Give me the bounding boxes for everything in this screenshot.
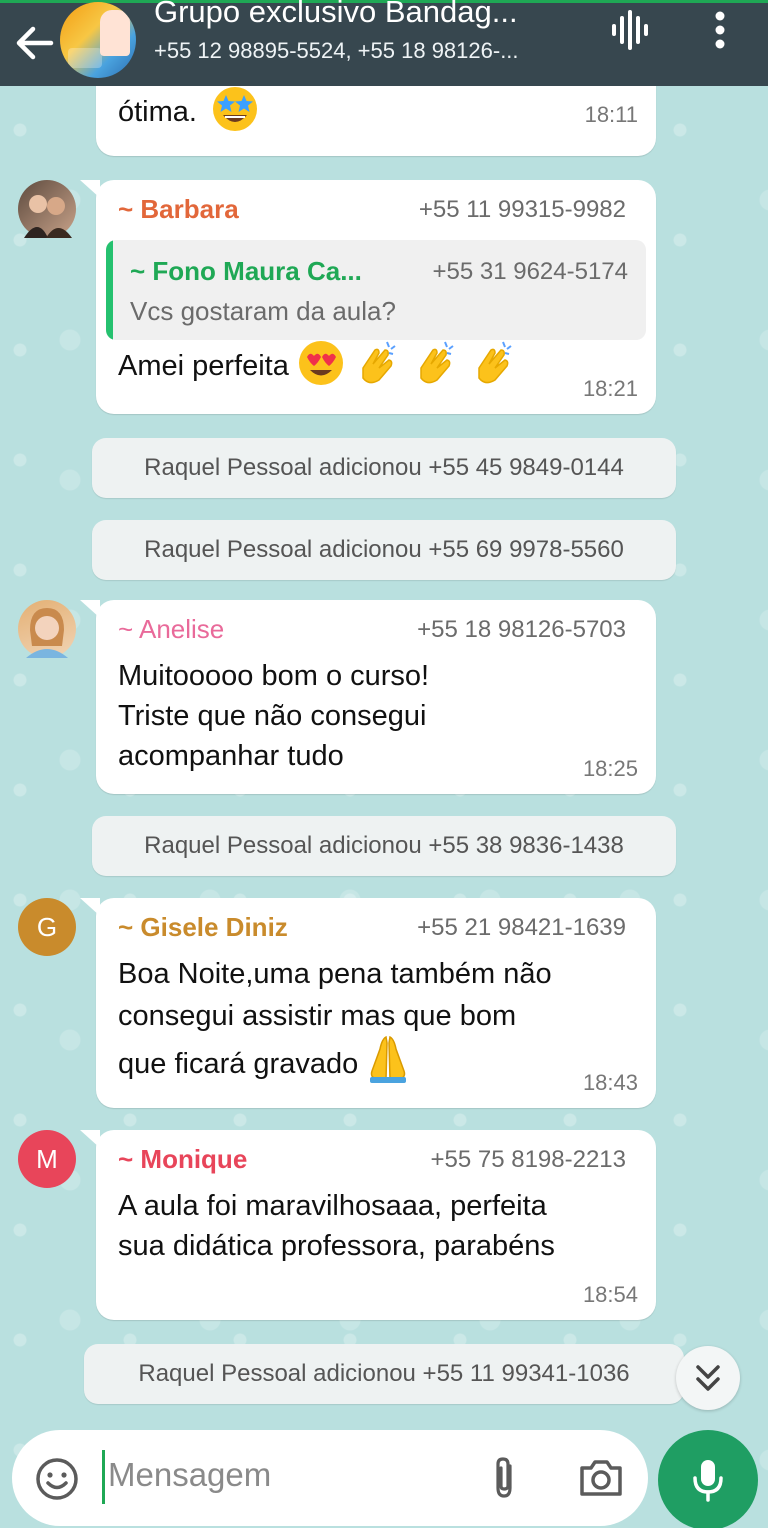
message-time: 18:54 (582, 1282, 638, 1307)
quote-bar (106, 240, 113, 340)
message-text: A aula foi maravilhosaaa, perfeita (118, 1190, 547, 1222)
message-bubble[interactable]: ~ Monique +55 75 8198-2213 A aula foi ma… (80, 1130, 656, 1320)
avatar-barbara[interactable] (18, 180, 76, 238)
praying-hands-emoji (370, 1036, 407, 1084)
emoji-button[interactable] (34, 1456, 80, 1502)
message-text: Boa Noite,uma pena também não (118, 958, 552, 990)
sender-phone: +55 75 8198-2213 (430, 1146, 626, 1173)
camera-button[interactable] (578, 1456, 624, 1500)
message-time: 18:21 (582, 376, 638, 401)
message-list[interactable]: ótima. 18:11 ~ Barbara +55 11 99315-9982… (0, 66, 768, 1426)
clapping-hands-emoji (420, 341, 454, 384)
system-message: Raquel Pessoal adicionou +55 11 99341-10… (84, 1344, 684, 1404)
message-input[interactable]: Mensagem (108, 1456, 271, 1494)
avatar-anelise[interactable] (18, 600, 76, 658)
message-text: que ficará gravado (118, 1036, 410, 1084)
message-time: 18:25 (582, 756, 638, 781)
avatar-monique[interactable]: M (18, 1130, 76, 1188)
text-caret (102, 1450, 105, 1504)
chat-title-block[interactable]: Grupo exclusivo Bandag... +55 12 98895-5… (154, 0, 594, 86)
attach-button[interactable] (484, 1454, 524, 1502)
message-text: Muitooooo bom o curso! (118, 660, 430, 692)
group-avatar-person (100, 10, 130, 56)
avatar-photo-icon (24, 195, 72, 238)
emoji-icon (36, 1458, 78, 1500)
heart-eyes-emoji (298, 341, 343, 386)
chat-header: Grupo exclusivo Bandag... +55 12 98895-5… (0, 0, 768, 86)
camera-icon (580, 1460, 622, 1496)
group-title: Grupo exclusivo Bandag... (154, 0, 518, 29)
group-avatar[interactable] (60, 2, 136, 78)
sender-name[interactable]: ~ Anelise (118, 614, 224, 645)
mic-icon (693, 1460, 723, 1502)
avatar-gisele[interactable]: G (18, 898, 76, 956)
sender-name[interactable]: ~ Monique (118, 1144, 247, 1175)
sender-phone: +55 21 98421-1639 (417, 914, 626, 941)
voice-call-icon (612, 10, 648, 50)
sender-phone: +55 18 98126-5703 (417, 616, 626, 643)
message-text-content: Amei perfeita (118, 350, 289, 382)
quote-sender: ~ Fono Maura Ca... (130, 256, 362, 286)
more-options-button[interactable] (696, 6, 744, 54)
message-text: acompanhar tudo (118, 740, 344, 772)
message-text-content: ótima. (118, 96, 197, 128)
message-bubble[interactable]: ~ Anelise +55 18 98126-5703 Muitooooo bo… (80, 600, 656, 794)
message-time: 18:43 (582, 1070, 638, 1095)
more-vert-icon (715, 11, 725, 49)
star-eyes-emoji (213, 87, 258, 132)
sender-phone: +55 11 99315-9982 (418, 196, 626, 223)
message-text: consegui assistir mas que bom (118, 1000, 517, 1032)
system-message: Raquel Pessoal adicionou +55 45 9849-014… (92, 438, 676, 498)
message-bubble[interactable]: ~ Gisele Diniz +55 21 98421-1639 Boa Noi… (80, 898, 656, 1108)
message-time: 18:11 (584, 102, 638, 127)
clapping-hands-emoji (478, 341, 512, 384)
group-participants: +55 12 98895-5524, +55 18 98126-... (154, 38, 519, 63)
message-composer[interactable]: Mensagem (12, 1430, 648, 1526)
system-message: Raquel Pessoal adicionou +55 38 9836-143… (92, 816, 676, 876)
chevron-double-down-icon (696, 1365, 720, 1391)
message-text: ótima. (118, 87, 259, 133)
voice-call-button[interactable] (606, 6, 654, 54)
message-text: Amei perfeita (118, 341, 519, 388)
quote-text: Vcs gostaram da aula? (130, 296, 396, 326)
message-bubble[interactable]: ~ Barbara +55 11 99315-9982 ~ Fono Maura… (80, 180, 656, 414)
system-message: Raquel Pessoal adicionou +55 69 9978-556… (92, 520, 676, 580)
message-text: Triste que não consegui (118, 700, 427, 732)
scroll-to-bottom-button[interactable] (676, 1346, 740, 1410)
attach-icon (496, 1457, 512, 1498)
message-text-content: que ficará gravado (118, 1048, 359, 1080)
sender-name[interactable]: ~ Barbara (118, 194, 239, 225)
clapping-hands-emoji (362, 341, 396, 384)
back-arrow-icon (16, 26, 54, 60)
avatar-photo-icon (26, 608, 68, 658)
group-avatar-graphic (68, 48, 102, 68)
voice-record-button[interactable] (658, 1430, 758, 1528)
quote-phone: +55 31 9624-5174 (432, 258, 628, 285)
quoted-message[interactable]: ~ Fono Maura Ca... +55 31 9624-5174 Vcs … (106, 240, 646, 340)
message-text: sua didática professora, parabéns (118, 1230, 555, 1262)
sender-name[interactable]: ~ Gisele Diniz (118, 912, 288, 943)
